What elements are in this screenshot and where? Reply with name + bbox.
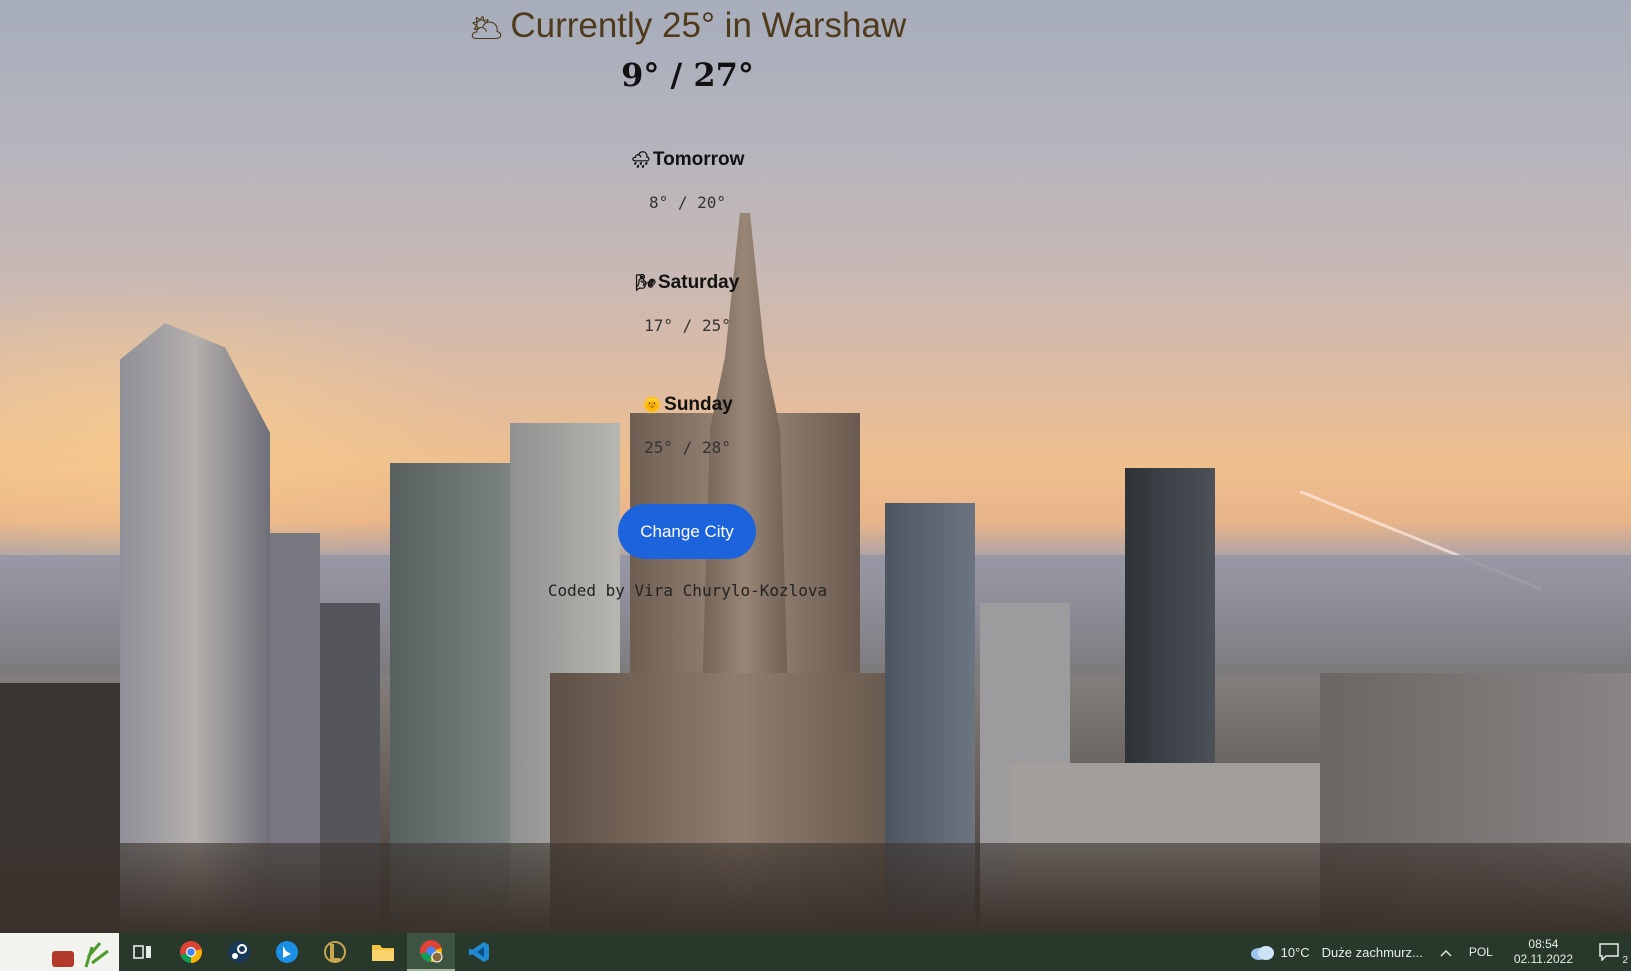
taskbar-widget-thumbnail[interactable] <box>0 933 119 971</box>
bing-icon[interactable] <box>263 933 311 971</box>
cloud-icon <box>1250 946 1274 960</box>
league-icon[interactable] <box>311 933 359 971</box>
tray-weather-temp: 10°C <box>1280 944 1310 960</box>
task-view-icon[interactable] <box>119 933 167 971</box>
clock-time: 08:54 <box>1528 937 1559 951</box>
chrome-profile-icon[interactable] <box>407 933 455 971</box>
forecast-temps: 25° / 28° <box>644 438 731 457</box>
tray-weather-desc: Duże zachmurz... <box>1321 944 1423 960</box>
forecast-temps: 17° / 25° <box>644 316 731 335</box>
chrome-icon[interactable] <box>167 933 215 971</box>
sun-icon: 🌞 <box>642 397 663 414</box>
today-temperature-range: 9° / 27° <box>621 56 754 94</box>
chevron-up-icon[interactable] <box>1430 945 1462 960</box>
windows-taskbar: 10°C Duże zachmurz... POL 08:54 02.11.20… <box>0 933 1631 971</box>
forecast-day: 🌞 Sunday 25° / 28° <box>0 394 1375 457</box>
vscode-icon[interactable] <box>455 933 503 971</box>
language-indicator[interactable]: POL <box>1462 945 1500 959</box>
clock-date: 02.11.2022 <box>1513 952 1573 966</box>
weather-app: 🌥 Currently 25° in Warshaw 9° / 27° 🌧 Tomo… <box>0 0 1631 933</box>
forecast-day: 🌬 Saturday 17° / 25° <box>0 272 1375 335</box>
forecast-day-name: 🌬 Saturday <box>0 272 1375 294</box>
author-credit: Coded by Vira Churylo-Kozlova <box>547 581 828 600</box>
current-weather-text: Currently 25° in Warshaw <box>510 6 907 45</box>
file-explorer-icon[interactable] <box>359 933 407 971</box>
forecast-day-label: Sunday <box>664 394 733 415</box>
rain-cloud-icon: 🌧 <box>630 152 651 169</box>
forecast-day-label: Saturday <box>658 272 740 293</box>
forecast-day-name: 🌞 Sunday <box>0 394 1375 416</box>
notification-count: 2 <box>1622 954 1628 966</box>
taskbar-apps <box>0 933 503 971</box>
forecast-day: 🌧 Tomorrow 8° / 20° <box>0 149 1375 212</box>
notification-center-icon[interactable]: 2 <box>1587 941 1631 966</box>
tray-weather[interactable]: 10°C Duże zachmurz... <box>1242 943 1430 961</box>
current-weather-heading: 🌥 Currently 25° in Warshaw <box>0 6 1375 46</box>
steam-icon[interactable] <box>215 933 263 971</box>
wind-icon: 🌬 <box>635 275 656 292</box>
change-city-button[interactable]: Change City <box>618 504 756 559</box>
forecast-temps: 8° / 20° <box>648 193 727 212</box>
coffee-cup-icon <box>52 942 109 968</box>
forecast-day-label: Tomorrow <box>652 149 745 170</box>
system-tray: 10°C Duże zachmurz... POL 08:54 02.11.20… <box>1242 933 1631 971</box>
partly-cloudy-icon: 🌥 <box>468 12 505 43</box>
forecast-day-name: 🌧 Tomorrow <box>0 149 1375 171</box>
clock[interactable]: 08:54 02.11.2022 <box>1500 937 1587 967</box>
